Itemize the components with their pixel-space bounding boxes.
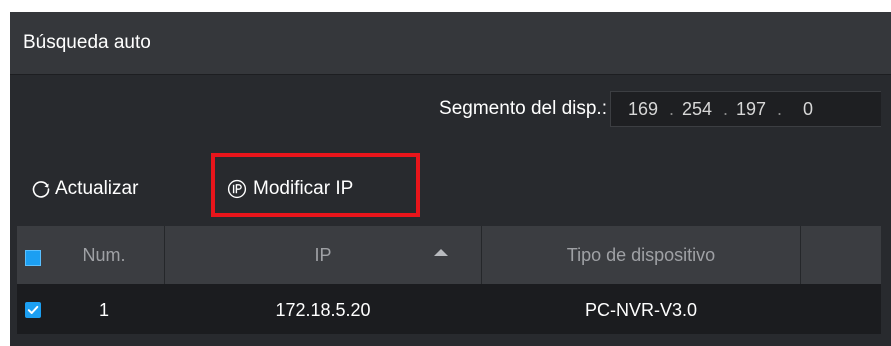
refresh-label: Actualizar: [55, 178, 139, 199]
table-row[interactable]: 1 172.18.5.20 PC-NVR-V3.0: [17, 284, 881, 334]
modify-ip-label: Modificar IP: [253, 178, 354, 199]
table-header: Num. IP Tipo de dispositivo: [17, 226, 881, 284]
refresh-icon: [30, 178, 52, 200]
column-header-num[interactable]: Num.: [45, 226, 163, 284]
column-divider[interactable]: [800, 226, 801, 284]
ip-icon: [227, 179, 247, 199]
ip-octet-3[interactable]: 197: [733, 99, 769, 119]
refresh-button[interactable]: Actualizar: [30, 177, 138, 201]
ip-octet-1[interactable]: 169: [625, 99, 661, 119]
select-all-checkbox[interactable]: [25, 250, 41, 266]
row-num: 1: [98, 300, 109, 320]
modify-ip-button[interactable]: Modificar IP: [227, 177, 353, 201]
row-checkbox[interactable]: [25, 302, 41, 318]
ip-octet-separator: .: [669, 99, 675, 119]
dialog-title-bar: Búsqueda auto: [10, 12, 891, 75]
segment-ip-input[interactable]: 169 . 254 . 197 . 0: [610, 91, 881, 127]
segment-label: Segmento del disp.:: [439, 98, 607, 119]
ip-octet-separator: .: [777, 99, 783, 119]
row-ip: 172.18.5.20: [275, 300, 371, 320]
ip-octet-separator: .: [723, 99, 729, 119]
dialog-title: Búsqueda auto: [23, 32, 151, 53]
column-header-device-type[interactable]: Tipo de dispositivo: [482, 226, 800, 284]
ip-octet-2[interactable]: 254: [679, 99, 715, 119]
row-device-type: PC-NVR-V3.0: [584, 300, 698, 320]
sort-ascending-icon[interactable]: [434, 249, 448, 256]
ip-octet-4[interactable]: 0: [790, 99, 826, 119]
checkmark-icon: [27, 305, 39, 314]
